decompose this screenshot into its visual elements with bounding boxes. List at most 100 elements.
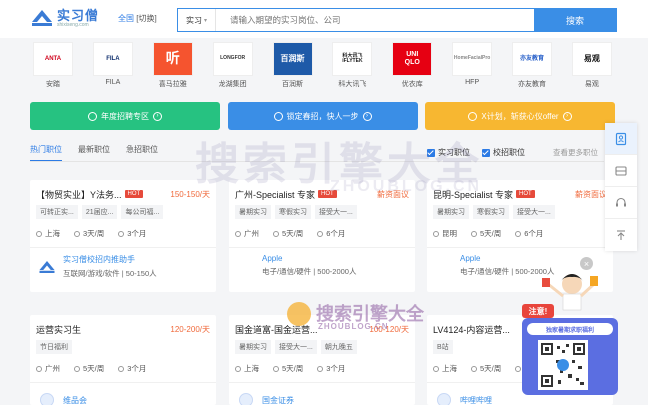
job-card[interactable]: 广州-Specialist 专家 HOT 薪资面议 暑期实习 寒假实习 接受大一... 广州… [229,180,415,292]
banner-label: 锁定春招，快人一步 [286,111,359,121]
job-meta: 广州 5天/周 3个月 [30,363,216,374]
job-meta: 上海 3天/周 3个月 [30,228,216,239]
brand-item[interactable]: UNI QLO 优衣库 [389,42,435,95]
logo-text: 实习僧 [57,7,100,23]
city-switch-link[interactable]: [切换] [136,14,156,23]
promo-widget[interactable]: 注意! 独家暑期求职福利 [520,270,620,395]
brand-logo-text: ANTA [44,55,62,62]
job-location: 上海 [235,363,259,374]
job-tag: 暑期实习 [235,205,271,219]
brand-item[interactable]: 听喜马拉雅 [150,42,196,95]
brand-name: 龙湖集团 [218,81,247,88]
search-button[interactable]: 搜索 [534,9,616,31]
banner-icon [88,111,97,121]
job-title-row: 广州-Specialist 专家 HOT 薪资面议 [229,186,415,202]
company-description: 电子/通信/硬件 | 500-2000人 [262,267,357,276]
brand-item[interactable]: FILA FILA [90,42,136,95]
brand-item[interactable]: HomeFacialPro HFP [449,42,495,95]
brand-item[interactable]: 易观 易观 [569,42,615,95]
x-plan-banner[interactable]: X计划，斩获心仪offer › [425,102,615,130]
company-row[interactable]: 实习僧校招内推助手 互联网/游戏/软件 | 50-150人 [30,248,216,279]
search-type-dropdown[interactable]: 实习 ▾ [178,9,216,31]
resume-icon [615,132,627,145]
brand-name: 百润斯 [282,81,303,88]
brand-logo-text: 听 [165,50,180,67]
message-button[interactable] [605,155,637,187]
checkbox-checked-icon[interactable] [482,148,490,157]
calendar-icon [471,231,477,238]
job-title-row: 国金道富-国金运营... 100-120/天 [229,321,415,337]
more-jobs-link[interactable]: 查看更多职位 [553,147,598,158]
job-title[interactable]: 广州-Specialist 专家 [235,188,315,201]
company-name[interactable]: 哔哩哔哩 [460,395,492,405]
job-card[interactable]: 【物贸实业】Y法务... HOT 150-150/天 可转正实... 21届应... 每公… [30,180,216,292]
brand-item[interactable]: 科大讯飞 iFLYTEK 科大讯飞 [329,42,375,95]
job-meta: 上海 5天/周 3个月 [229,363,415,374]
resume-button[interactable] [605,123,637,155]
job-duration: 3个月 [118,363,146,374]
uniqlo-logo: UNI QLO [392,42,433,76]
hot-badge: HOT [124,190,144,198]
clock-icon [118,231,125,238]
arrow-right-icon: › [562,111,572,121]
brand-item[interactable]: 亦友教育 亦友教育 [509,42,555,95]
job-salary: 120-200/天 [170,324,210,334]
company-description: 互联网/游戏/软件 | 50-150人 [63,269,157,278]
tab-hot-jobs[interactable]: 热门职位 [30,144,62,162]
job-tag: 寒假实习 [473,205,509,219]
calendar-icon [273,231,279,238]
company-name[interactable]: 维品会 [63,395,87,405]
spring-recruitment-banner[interactable]: 锁定春招，快人一步 › [227,102,418,130]
promo-badge: 注意! [528,307,548,316]
job-tag: B站 [433,340,453,354]
company-row[interactable]: 维品会 [30,383,216,405]
job-title[interactable]: 昆明-Specialist 专家 [433,188,513,201]
search-input[interactable] [216,9,534,31]
company-name[interactable]: 实习僧校招内推助手 [63,254,157,265]
location-icon [235,231,241,238]
job-title[interactable]: 运营实习生 [36,323,81,336]
brand-item[interactable]: LONGFOR 龙湖集团 [210,42,256,95]
city-selector[interactable]: 全国 [切换] [118,13,157,24]
job-salary: 100-120/天 [369,324,409,334]
job-duration: 3个月 [118,228,146,239]
brand-logo-text: 易观 [583,53,600,63]
site-logo[interactable]: 实习僧 shixiseng.com [30,8,99,28]
internship-filter[interactable]: 实习职位 [427,147,470,158]
job-title[interactable]: LV4124-内容运营... [433,323,510,336]
anta-logo: ANTA [33,42,73,76]
brand-item[interactable]: 百润斯 百润斯 [270,42,316,95]
job-card[interactable]: 运营实习生 120-200/天 节日福利 广州 5天/周 3个月 维品会 [30,315,216,405]
calendar-icon [74,231,80,238]
campus-filter[interactable]: 校招职位 [482,147,525,158]
location-icon [36,366,42,373]
company-name[interactable]: 国金证券 [262,395,294,405]
job-title[interactable]: 【物贸实业】Y法务... [36,188,122,201]
job-title-row: 昆明-Specialist 专家 HOT 薪资面议 [427,186,613,202]
location-icon [36,231,42,238]
tab-latest-jobs[interactable]: 最新职位 [78,144,110,162]
checkbox-checked-icon[interactable] [427,148,435,157]
company-name[interactable]: Apple [460,254,554,263]
job-days: 5天/周 [273,363,303,374]
support-button[interactable] [605,187,637,219]
annual-recruitment-banner[interactable]: 年度招聘专区 › [30,102,220,130]
tab-urgent-jobs[interactable]: 急招职位 [126,144,158,162]
job-tag: 每公司福... [121,205,164,219]
back-to-top-icon [617,230,625,240]
company-row[interactable]: Apple 电子/通信/硬件 | 500-2000人 [229,248,415,277]
promo-close-button[interactable]: × [580,257,593,270]
brand-logo-text: 亦友教育 [519,55,544,62]
brand-logo-text: HomeFacialPro [453,55,491,62]
job-meta: 广州 5天/周 6个月 [229,228,415,239]
brand-item[interactable]: ANTA 安踏 [30,42,76,95]
job-title[interactable]: 国金道富-国金运营... [235,323,318,336]
fila-logo: FILA [92,42,133,76]
side-toolbar [605,123,637,251]
message-icon [615,165,627,176]
city-name: 全国 [118,14,134,23]
back-to-top-button[interactable] [605,219,637,251]
company-row[interactable]: 国金证券 [229,383,415,405]
company-name[interactable]: Apple [262,254,356,263]
job-card[interactable]: 国金道富-国金运营... 100-120/天 暑期实习 接受大一... 朝九晚五 上海 5天… [229,315,415,405]
